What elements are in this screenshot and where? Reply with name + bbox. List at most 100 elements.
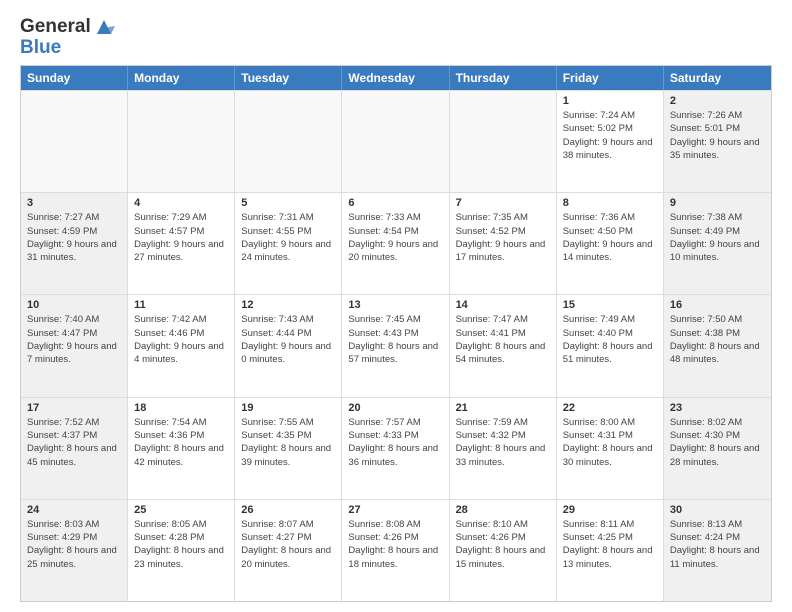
weekday-header-sunday: Sunday — [21, 66, 128, 90]
weekday-header-saturday: Saturday — [664, 66, 771, 90]
day-cell-17: 17 Sunrise: 7:52 AM Sunset: 4:37 PM Dayli… — [21, 398, 128, 499]
day-info: Sunrise: 8:02 AM Sunset: 4:30 PM Dayligh… — [670, 416, 765, 469]
day-cell-24: 24 Sunrise: 8:03 AM Sunset: 4:29 PM Dayli… — [21, 500, 128, 601]
day-number: 26 — [241, 504, 335, 516]
day-info: Sunrise: 7:47 AM Sunset: 4:41 PM Dayligh… — [456, 313, 550, 366]
day-cell-6: 6 Sunrise: 7:33 AM Sunset: 4:54 PM Daylig… — [342, 193, 449, 294]
weekday-header-thursday: Thursday — [450, 66, 557, 90]
day-cell-27: 27Sunrise: 8:08 AM Sunset: 4:26 PM Dayli… — [342, 500, 449, 601]
calendar-row-2: 10Sunrise: 7:40 AM Sunset: 4:47 PM Dayli… — [21, 294, 771, 396]
day-number: 23 — [670, 402, 765, 414]
empty-cell — [450, 91, 557, 192]
day-info: Sunrise: 7:35 AM Sunset: 4:52 PM Dayligh… — [456, 211, 550, 264]
day-cell-11: 11 Sunrise: 7:42 AM Sunset: 4:46 PM Dayli… — [128, 295, 235, 396]
day-number: 17 — [27, 402, 121, 414]
day-info: Sunrise: 7:52 AM Sunset: 4:37 PM Dayligh… — [27, 416, 121, 469]
empty-cell — [21, 91, 128, 192]
day-cell-29: 29Sunrise: 8:11 AM Sunset: 4:25 PM Dayli… — [557, 500, 664, 601]
weekday-header-wednesday: Wednesday — [342, 66, 449, 90]
day-info: Sunrise: 8:03 AM Sunset: 4:29 PM Dayligh… — [27, 518, 121, 571]
day-number: 19 — [241, 402, 335, 414]
calendar-row-0: 1 Sunrise: 7:24 AM Sunset: 5:02 PM Daylig… — [21, 90, 771, 192]
day-cell-13: 13 Sunrise: 7:45 AM Sunset: 4:43 PM Dayli… — [342, 295, 449, 396]
day-number: 5 — [241, 197, 335, 209]
day-info: Sunrise: 8:08 AM Sunset: 4:26 PM Dayligh… — [348, 518, 442, 571]
day-number: 22 — [563, 402, 657, 414]
day-cell-19: 19 Sunrise: 7:55 AM Sunset: 4:35 PM Dayli… — [235, 398, 342, 499]
calendar: SundayMondayTuesdayWednesdayThursdayFrid… — [20, 65, 772, 602]
day-info: Sunrise: 7:27 AM Sunset: 4:59 PM Dayligh… — [27, 211, 121, 264]
logo-icon — [93, 16, 115, 38]
day-cell-25: 25 Sunrise: 8:05 AM Sunset: 4:28 PM Dayli… — [128, 500, 235, 601]
day-cell-8: 8Sunrise: 7:36 AM Sunset: 4:50 PM Daylig… — [557, 193, 664, 294]
day-number: 16 — [670, 299, 765, 311]
day-info: Sunrise: 8:05 AM Sunset: 4:28 PM Dayligh… — [134, 518, 228, 571]
day-info: Sunrise: 8:13 AM Sunset: 4:24 PM Dayligh… — [670, 518, 765, 571]
day-cell-2: 2Sunrise: 7:26 AM Sunset: 5:01 PM Daylig… — [664, 91, 771, 192]
day-cell-9: 9 Sunrise: 7:38 AM Sunset: 4:49 PM Daylig… — [664, 193, 771, 294]
day-cell-30: 30 Sunrise: 8:13 AM Sunset: 4:24 PM Dayli… — [664, 500, 771, 601]
day-number: 21 — [456, 402, 550, 414]
day-info: Sunrise: 7:33 AM Sunset: 4:54 PM Dayligh… — [348, 211, 442, 264]
page: General Blue SundayMondayTuesdayWednesda… — [0, 0, 792, 612]
weekday-header-friday: Friday — [557, 66, 664, 90]
day-info: Sunrise: 7:45 AM Sunset: 4:43 PM Dayligh… — [348, 313, 442, 366]
day-number: 9 — [670, 197, 765, 209]
calendar-body: 1 Sunrise: 7:24 AM Sunset: 5:02 PM Daylig… — [21, 90, 771, 601]
day-info: Sunrise: 7:36 AM Sunset: 4:50 PM Dayligh… — [563, 211, 657, 264]
day-cell-28: 28Sunrise: 8:10 AM Sunset: 4:26 PM Dayli… — [450, 500, 557, 601]
day-cell-7: 7 Sunrise: 7:35 AM Sunset: 4:52 PM Daylig… — [450, 193, 557, 294]
logo-blue: Blue — [20, 38, 115, 57]
day-number: 25 — [134, 504, 228, 516]
day-info: Sunrise: 7:26 AM Sunset: 5:01 PM Dayligh… — [670, 109, 765, 162]
day-number: 15 — [563, 299, 657, 311]
day-info: Sunrise: 7:29 AM Sunset: 4:57 PM Dayligh… — [134, 211, 228, 264]
day-info: Sunrise: 7:38 AM Sunset: 4:49 PM Dayligh… — [670, 211, 765, 264]
day-number: 7 — [456, 197, 550, 209]
day-info: Sunrise: 7:59 AM Sunset: 4:32 PM Dayligh… — [456, 416, 550, 469]
calendar-row-3: 17 Sunrise: 7:52 AM Sunset: 4:37 PM Dayli… — [21, 397, 771, 499]
calendar-row-4: 24 Sunrise: 8:03 AM Sunset: 4:29 PM Dayli… — [21, 499, 771, 601]
empty-cell — [235, 91, 342, 192]
day-number: 11 — [134, 299, 228, 311]
day-number: 10 — [27, 299, 121, 311]
logo: General Blue — [20, 16, 115, 57]
day-number: 6 — [348, 197, 442, 209]
day-cell-14: 14 Sunrise: 7:47 AM Sunset: 4:41 PM Dayli… — [450, 295, 557, 396]
day-number: 14 — [456, 299, 550, 311]
day-cell-1: 1 Sunrise: 7:24 AM Sunset: 5:02 PM Daylig… — [557, 91, 664, 192]
day-cell-5: 5 Sunrise: 7:31 AM Sunset: 4:55 PM Daylig… — [235, 193, 342, 294]
day-number: 12 — [241, 299, 335, 311]
logo-general: General — [20, 16, 91, 38]
day-info: Sunrise: 7:43 AM Sunset: 4:44 PM Dayligh… — [241, 313, 335, 366]
day-number: 4 — [134, 197, 228, 209]
day-info: Sunrise: 7:31 AM Sunset: 4:55 PM Dayligh… — [241, 211, 335, 264]
day-cell-10: 10Sunrise: 7:40 AM Sunset: 4:47 PM Dayli… — [21, 295, 128, 396]
day-info: Sunrise: 7:50 AM Sunset: 4:38 PM Dayligh… — [670, 313, 765, 366]
day-number: 13 — [348, 299, 442, 311]
day-number: 24 — [27, 504, 121, 516]
empty-cell — [128, 91, 235, 192]
day-number: 1 — [563, 95, 657, 107]
day-info: Sunrise: 7:24 AM Sunset: 5:02 PM Dayligh… — [563, 109, 657, 162]
day-info: Sunrise: 7:55 AM Sunset: 4:35 PM Dayligh… — [241, 416, 335, 469]
day-cell-15: 15 Sunrise: 7:49 AM Sunset: 4:40 PM Dayli… — [557, 295, 664, 396]
day-cell-20: 20 Sunrise: 7:57 AM Sunset: 4:33 PM Dayli… — [342, 398, 449, 499]
day-info: Sunrise: 7:57 AM Sunset: 4:33 PM Dayligh… — [348, 416, 442, 469]
day-number: 28 — [456, 504, 550, 516]
day-info: Sunrise: 7:42 AM Sunset: 4:46 PM Dayligh… — [134, 313, 228, 366]
day-cell-12: 12 Sunrise: 7:43 AM Sunset: 4:44 PM Dayli… — [235, 295, 342, 396]
day-cell-3: 3Sunrise: 7:27 AM Sunset: 4:59 PM Daylig… — [21, 193, 128, 294]
day-cell-26: 26 Sunrise: 8:07 AM Sunset: 4:27 PM Dayli… — [235, 500, 342, 601]
calendar-header: SundayMondayTuesdayWednesdayThursdayFrid… — [21, 66, 771, 90]
day-info: Sunrise: 7:49 AM Sunset: 4:40 PM Dayligh… — [563, 313, 657, 366]
day-info: Sunrise: 8:07 AM Sunset: 4:27 PM Dayligh… — [241, 518, 335, 571]
calendar-row-1: 3Sunrise: 7:27 AM Sunset: 4:59 PM Daylig… — [21, 192, 771, 294]
weekday-header-monday: Monday — [128, 66, 235, 90]
day-cell-4: 4 Sunrise: 7:29 AM Sunset: 4:57 PM Daylig… — [128, 193, 235, 294]
header: General Blue — [20, 16, 772, 57]
day-number: 30 — [670, 504, 765, 516]
day-info: Sunrise: 8:00 AM Sunset: 4:31 PM Dayligh… — [563, 416, 657, 469]
day-info: Sunrise: 8:11 AM Sunset: 4:25 PM Dayligh… — [563, 518, 657, 571]
day-number: 20 — [348, 402, 442, 414]
